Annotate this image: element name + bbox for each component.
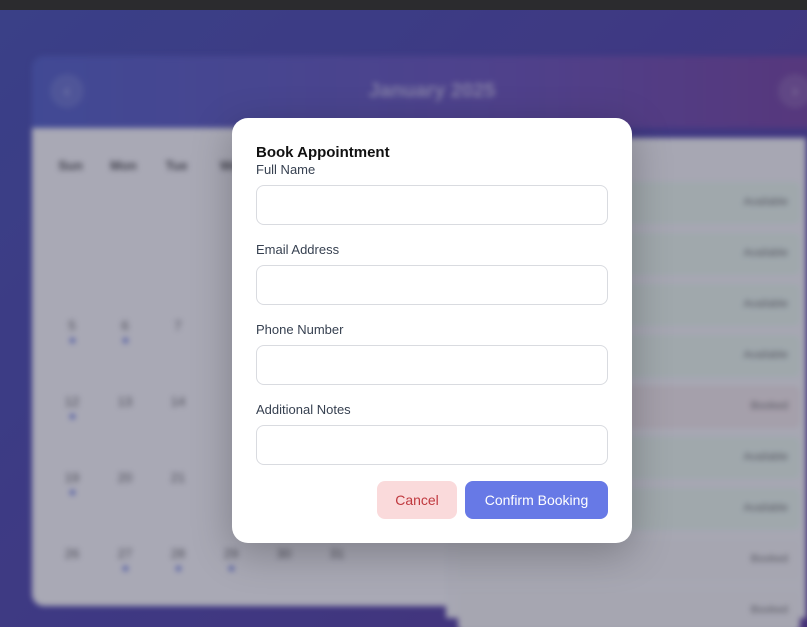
phone-label: Phone Number bbox=[256, 322, 344, 337]
confirm-booking-button[interactable]: Confirm Booking bbox=[465, 481, 608, 519]
email-input[interactable] bbox=[256, 265, 608, 305]
modal-actions: Cancel Confirm Booking bbox=[256, 481, 608, 519]
notes-input[interactable] bbox=[256, 425, 608, 465]
cancel-button[interactable]: Cancel bbox=[377, 481, 457, 519]
notes-label: Additional Notes bbox=[256, 402, 351, 417]
phone-input[interactable] bbox=[256, 345, 608, 385]
full-name-label: Full Name bbox=[256, 162, 316, 177]
booking-modal: Book Appointment Full Name Email Address… bbox=[232, 118, 632, 543]
modal-title: Book Appointment bbox=[256, 144, 390, 161]
email-label: Email Address bbox=[256, 242, 340, 257]
full-name-input[interactable] bbox=[256, 185, 608, 225]
window-top-bar bbox=[0, 0, 807, 10]
